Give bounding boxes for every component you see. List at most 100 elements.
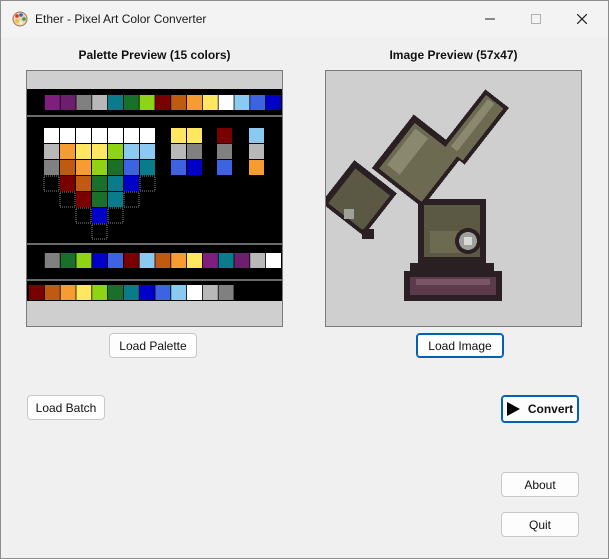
minimize-button[interactable]: [467, 1, 513, 37]
palette-gradient-cell: [124, 128, 139, 143]
palette-gradient-cell: [124, 176, 139, 191]
palette-ramp-swatch: [60, 285, 76, 300]
palette-ramp-swatch: [29, 285, 44, 300]
palette-gradient-cell: [140, 128, 155, 143]
palette-gradient-cell: [140, 160, 155, 175]
palette-gradient-cell: [92, 160, 107, 175]
title-bar: Ether - Pixel Art Color Converter: [1, 1, 608, 37]
palette-preview-canvas: [26, 70, 283, 327]
palette-sorted-swatch: [266, 253, 281, 268]
palette-sorted-swatch: [155, 253, 171, 268]
palette-ramp-swatch: [171, 285, 187, 300]
palette-sorted-swatch: [29, 253, 44, 268]
palette-ramp-swatch: [123, 285, 139, 300]
palette-ramp-swatch: [108, 285, 123, 300]
palette-sorted-swatch: [60, 253, 76, 268]
palette-swatch: [155, 95, 171, 110]
palette-side-cell: [187, 160, 202, 175]
palette-gradient-cell: [108, 128, 123, 143]
palette-side-cell: [249, 160, 264, 175]
palette-ramp-swatch: [187, 285, 202, 300]
palette-divider: [27, 279, 282, 281]
palette-gradient-cell: [76, 160, 91, 175]
palette-swatch: [266, 95, 281, 110]
palette-gradient-cell: [44, 160, 59, 175]
image-preview-title: Image Preview (57x47): [389, 48, 518, 62]
palette-app-icon: [12, 11, 28, 27]
palette-gradient-cell: [75, 207, 92, 224]
palette-side-cell: [171, 144, 186, 159]
palette-swatch: [92, 95, 108, 110]
palette-gradient-cell: [108, 160, 123, 175]
palette-gradient-cell: [44, 144, 59, 159]
palette-gradient-cell: [123, 191, 140, 208]
palette-sorted-swatch: [92, 253, 108, 268]
palette-divider: [27, 243, 282, 245]
palette-gradient-cell: [76, 144, 91, 159]
palette-side-cell: [249, 128, 264, 143]
palette-side-cell: [171, 128, 186, 143]
palette-preview-graphic: [27, 89, 282, 301]
microscope-pixel-art: [326, 89, 509, 301]
close-icon: [577, 14, 587, 24]
maximize-button[interactable]: [513, 1, 559, 37]
palette-preview-title: Palette Preview (15 colors): [78, 48, 231, 62]
quit-button[interactable]: Quit: [501, 512, 579, 537]
palette-gradient-cell: [108, 176, 123, 191]
about-button[interactable]: About: [501, 472, 579, 497]
palette-ramp-swatch: [155, 285, 171, 300]
palette-ramp-swatch: [44, 285, 60, 300]
palette-gradient-cell: [76, 192, 91, 207]
palette-sorted-swatch: [250, 253, 266, 268]
load-palette-button[interactable]: Load Palette: [109, 333, 197, 358]
palette-side-cell: [187, 128, 202, 143]
palette-ramp-swatch: [202, 285, 218, 300]
palette-ramp-swatch: [234, 285, 250, 300]
close-button[interactable]: [559, 1, 605, 37]
palette-gradient-cell: [60, 160, 75, 175]
palette-gradient-cell: [107, 207, 124, 224]
palette-sorted-swatch: [44, 253, 60, 268]
palette-ramp-swatch: [139, 285, 155, 300]
load-batch-button[interactable]: Load Batch: [27, 395, 105, 420]
palette-gradient-cell: [44, 128, 59, 143]
minimize-icon: [485, 18, 495, 20]
palette-swatch: [250, 95, 266, 110]
convert-button[interactable]: Convert: [501, 395, 579, 423]
window-title: Ether - Pixel Art Color Converter: [35, 12, 207, 26]
convert-button-label: Convert: [527, 402, 574, 416]
palette-swatch: [123, 95, 139, 110]
palette-swatch: [218, 95, 234, 110]
palette-gradient-cell: [92, 208, 107, 223]
load-image-button[interactable]: Load Image: [416, 333, 504, 358]
palette-swatch: [44, 95, 60, 110]
palette-gradient-cell: [60, 144, 75, 159]
palette-sorted-swatch: [108, 253, 123, 268]
palette-gradient-cell: [76, 128, 91, 143]
palette-side-cell: [249, 144, 264, 159]
palette-side-cell: [217, 160, 232, 175]
palette-sorted-swatch: [234, 253, 250, 268]
palette-gradient-cell: [91, 223, 108, 240]
maximize-icon: [531, 14, 541, 24]
palette-swatch: [139, 95, 155, 110]
palette-swatch: [234, 95, 250, 110]
palette-sorted-swatch: [171, 253, 187, 268]
image-preview-canvas: [325, 70, 582, 327]
palette-swatch: [171, 95, 187, 110]
app-window: Ether - Pixel Art Color Converter Palett…: [0, 0, 609, 559]
palette-divider: [27, 115, 282, 117]
palette-swatch: [60, 95, 76, 110]
palette-sorted-swatch: [139, 253, 155, 268]
palette-gradient-cell: [92, 176, 107, 191]
palette-swatch: [29, 95, 44, 110]
palette-swatch: [76, 95, 92, 110]
palette-sorted-swatch: [123, 253, 139, 268]
palette-swatch: [187, 95, 202, 110]
palette-gradient-cell: [124, 144, 139, 159]
palette-side-cell: [171, 160, 186, 175]
play-icon: [506, 402, 520, 416]
palette-swatch: [202, 95, 218, 110]
palette-side-cell: [187, 144, 202, 159]
palette-ramp-swatch: [76, 285, 92, 300]
